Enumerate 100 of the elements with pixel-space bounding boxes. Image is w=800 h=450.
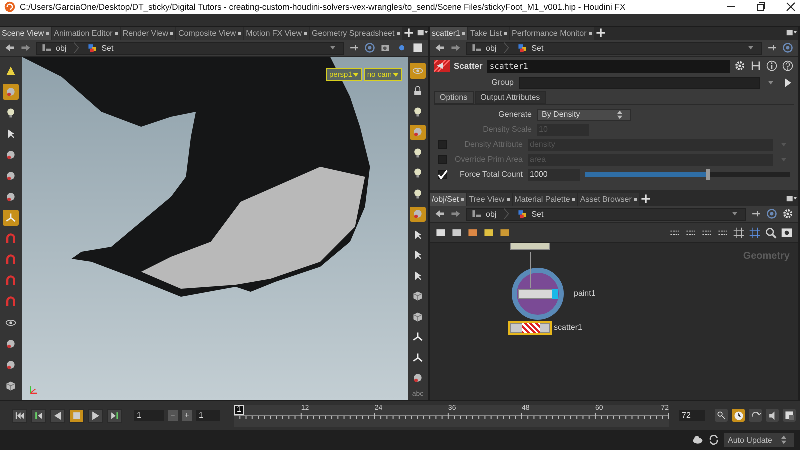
node-shape-icon[interactable] xyxy=(499,226,511,238)
node-shape-icon[interactable] xyxy=(451,226,463,238)
link-circle-icon[interactable] xyxy=(364,42,376,54)
playback-button[interactable] xyxy=(69,408,84,422)
settings-icon[interactable] xyxy=(734,60,746,72)
close-tab-icon[interactable] xyxy=(396,32,400,35)
tab[interactable]: Performance Monitor xyxy=(510,27,594,40)
node-shape-icon[interactable] xyxy=(435,226,447,238)
tab[interactable]: Asset Browser xyxy=(578,193,639,206)
close-tab-icon[interactable] xyxy=(634,198,637,201)
close-tab-icon[interactable] xyxy=(114,32,118,35)
step-button[interactable]: − xyxy=(168,410,178,421)
realtime-toggle[interactable] xyxy=(732,409,745,422)
node-shape-icon[interactable] xyxy=(467,226,479,238)
slider-thumb[interactable] xyxy=(706,169,710,180)
folder-tab[interactable]: Output Attributes xyxy=(474,91,546,104)
playback-button[interactable] xyxy=(88,408,103,422)
tab[interactable]: Geometry Spreadsheet xyxy=(310,27,402,40)
audio-button[interactable] xyxy=(766,409,779,422)
folder-tab[interactable]: Options xyxy=(434,91,474,104)
tab[interactable]: Composite View xyxy=(176,27,244,40)
display-options-icon[interactable] xyxy=(412,42,424,54)
add-tab-icon[interactable] xyxy=(640,193,652,205)
help-icon[interactable] xyxy=(782,60,794,72)
end-frame-field[interactable]: 72 xyxy=(679,410,705,421)
back-arrow-icon[interactable] xyxy=(434,208,446,220)
playback-button[interactable] xyxy=(50,408,65,422)
cloud-icon[interactable] xyxy=(692,434,704,446)
close-tab-icon[interactable] xyxy=(46,32,50,35)
path-field[interactable]: obj Set xyxy=(466,208,746,220)
tab[interactable]: /obj/Set xyxy=(430,193,466,206)
network-node[interactable] xyxy=(510,243,550,250)
forward-arrow-icon[interactable] xyxy=(450,42,462,54)
close-tab-icon[interactable] xyxy=(504,32,508,35)
back-arrow-icon[interactable] xyxy=(434,42,446,54)
checkbox[interactable] xyxy=(438,170,447,179)
search-icon[interactable] xyxy=(765,226,777,238)
axes-icon xyxy=(5,212,17,224)
maximize-icon[interactable] xyxy=(756,2,766,12)
network-node[interactable] xyxy=(518,289,558,299)
link-circle-icon[interactable] xyxy=(766,208,778,220)
path-field[interactable]: obj Set xyxy=(466,42,762,54)
path-field[interactable]: obj Set xyxy=(36,42,344,54)
add-tab-icon[interactable] xyxy=(402,27,415,39)
dropdown-menu[interactable]: By Density xyxy=(537,108,631,120)
close-icon[interactable] xyxy=(786,2,796,12)
slider-fill[interactable] xyxy=(585,172,708,177)
path-crumb[interactable]: Set xyxy=(86,42,114,54)
path-crumb[interactable]: obj xyxy=(471,42,497,54)
close-tab-icon[interactable] xyxy=(506,198,510,201)
start-frame-field[interactable]: 1 xyxy=(196,410,220,421)
close-tab-icon[interactable] xyxy=(572,198,576,201)
node-shape-icon[interactable] xyxy=(483,226,495,238)
tab[interactable]: Motion FX View xyxy=(244,27,309,40)
playback-button[interactable] xyxy=(107,408,122,422)
add-tab-icon[interactable] xyxy=(594,27,607,39)
info-icon[interactable] xyxy=(766,60,778,72)
step-button[interactable]: + xyxy=(182,410,192,421)
group-field[interactable] xyxy=(519,76,760,88)
forward-arrow-icon[interactable] xyxy=(20,42,32,54)
grid-icon[interactable] xyxy=(733,226,745,238)
path-crumb[interactable]: obj xyxy=(471,208,497,220)
grid-icon[interactable] xyxy=(749,226,761,238)
close-tab-icon[interactable] xyxy=(461,198,464,201)
tab[interactable]: Render View xyxy=(120,27,176,40)
network-node[interactable] xyxy=(510,323,550,333)
node-name-field[interactable]: scatter1 xyxy=(486,60,730,72)
update-mode-menu[interactable]: Auto Update xyxy=(724,433,794,447)
close-tab-icon[interactable] xyxy=(588,32,592,35)
folder-icon xyxy=(41,42,53,54)
tab[interactable]: Material Palette xyxy=(512,193,578,206)
settings-icon[interactable] xyxy=(782,208,794,220)
tool-button[interactable] xyxy=(410,124,426,140)
tool-button[interactable] xyxy=(410,206,426,222)
geometry-icon xyxy=(86,42,99,54)
playback-button[interactable] xyxy=(12,408,27,422)
path-crumb[interactable]: obj xyxy=(41,42,67,54)
options-button[interactable] xyxy=(783,409,796,422)
bulb-icon xyxy=(412,188,424,200)
key-button[interactable] xyxy=(715,409,728,422)
preview-icon[interactable] xyxy=(781,226,793,238)
refresh-icon[interactable] xyxy=(708,434,720,446)
forward-arrow-icon[interactable] xyxy=(450,208,462,220)
tab[interactable]: Scene View xyxy=(0,27,52,40)
tab[interactable]: Take List xyxy=(468,27,510,40)
back-arrow-icon[interactable] xyxy=(4,42,16,54)
close-tab-icon[interactable] xyxy=(462,32,466,35)
close-tab-icon[interactable] xyxy=(238,32,242,35)
tab[interactable]: Tree View xyxy=(467,193,512,206)
close-tab-icon[interactable] xyxy=(170,32,174,35)
loop-button[interactable] xyxy=(749,409,762,422)
previous-key-icon xyxy=(32,410,44,422)
current-frame-marker[interactable]: 1 xyxy=(234,404,244,414)
path-crumb[interactable]: Set xyxy=(516,208,544,220)
playback-button[interactable] xyxy=(31,408,46,422)
tab[interactable]: Animation Editor xyxy=(52,27,120,40)
number-field[interactable]: 1000 xyxy=(528,168,580,180)
frame-field[interactable]: 1 xyxy=(134,410,164,421)
tab[interactable]: scatter1 xyxy=(430,27,468,40)
path-crumb[interactable]: Set xyxy=(516,42,544,54)
